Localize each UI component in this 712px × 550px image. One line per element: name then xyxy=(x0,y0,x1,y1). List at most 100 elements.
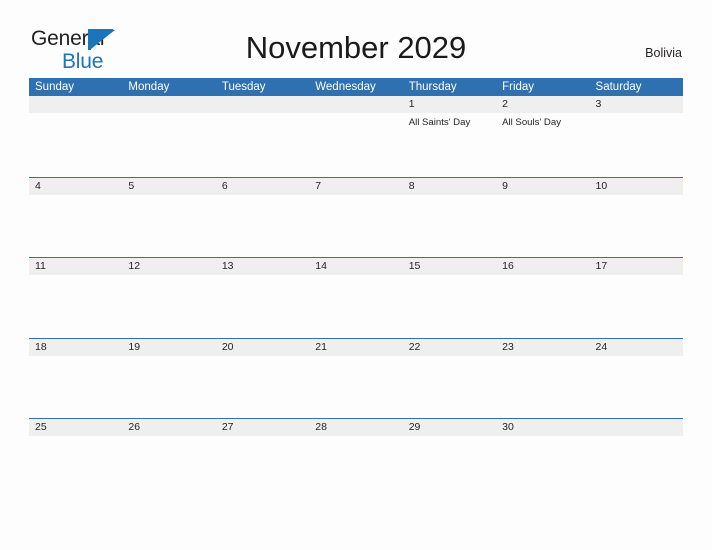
weekday-header-thursday: Thursday xyxy=(408,81,457,93)
day-cell[interactable] xyxy=(216,436,309,496)
holiday-label: All Saints' Day xyxy=(408,117,471,128)
day-cell[interactable] xyxy=(309,195,402,255)
day-event-strip xyxy=(29,195,683,255)
day-number[interactable]: 27 xyxy=(216,419,309,436)
day-event-strip xyxy=(29,275,683,335)
day-cell[interactable] xyxy=(309,275,402,335)
day-cell[interactable] xyxy=(496,195,589,255)
calendar-week-row: 4 5 6 7 8 9 10 xyxy=(29,176,683,258)
day-number-empty xyxy=(309,96,402,113)
day-number-strip: 18 19 20 21 22 23 24 xyxy=(29,338,683,356)
weekday-header-friday: Friday xyxy=(502,81,535,93)
day-cell[interactable] xyxy=(496,436,589,496)
day-number[interactable]: 14 xyxy=(309,258,402,275)
day-number-empty xyxy=(590,419,683,436)
day-number[interactable]: 30 xyxy=(496,419,589,436)
day-number[interactable]: 26 xyxy=(122,419,215,436)
day-cell xyxy=(216,113,309,173)
day-cell[interactable] xyxy=(309,436,402,496)
day-cell[interactable] xyxy=(29,275,122,335)
day-cell[interactable] xyxy=(590,275,683,335)
day-cell[interactable] xyxy=(122,356,215,416)
day-number-empty xyxy=(29,96,122,113)
day-cell[interactable] xyxy=(590,113,683,173)
day-number-strip: 25 26 27 28 29 30 xyxy=(29,419,683,436)
day-number-strip: 123 xyxy=(29,96,683,113)
day-cell xyxy=(590,436,683,496)
day-number[interactable]: 13 xyxy=(216,258,309,275)
day-number[interactable]: 20 xyxy=(216,339,309,356)
day-number[interactable]: 1 xyxy=(403,96,496,113)
day-cell[interactable] xyxy=(29,436,122,496)
day-cell xyxy=(309,113,402,173)
day-number[interactable]: 28 xyxy=(309,419,402,436)
day-number[interactable]: 2 xyxy=(496,96,589,113)
calendar-week-row: 1 2 3 All Saints' Day All Souls' Day xyxy=(29,96,683,177)
day-cell[interactable] xyxy=(29,356,122,416)
day-cell[interactable] xyxy=(403,195,496,255)
day-cell[interactable] xyxy=(590,356,683,416)
calendar-week-row: 11 12 13 14 15 16 17 xyxy=(29,257,683,338)
day-number[interactable]: 10 xyxy=(590,178,683,195)
day-number-strip: 4 5 6 7 8 9 10 xyxy=(29,177,683,195)
day-event-strip xyxy=(29,436,683,496)
day-number[interactable]: 23 xyxy=(496,339,589,356)
day-number[interactable]: 12 xyxy=(122,258,215,275)
day-cell[interactable] xyxy=(403,275,496,335)
day-cell[interactable] xyxy=(29,195,122,255)
day-number[interactable]: 17 xyxy=(590,258,683,275)
weekday-header-sunday: Sunday xyxy=(35,81,75,93)
day-number[interactable]: 11 xyxy=(29,258,122,275)
day-cell[interactable] xyxy=(403,436,496,496)
day-number[interactable]: 4 xyxy=(29,178,122,195)
day-cell[interactable] xyxy=(496,356,589,416)
day-cell[interactable] xyxy=(216,356,309,416)
day-number[interactable]: 19 xyxy=(122,339,215,356)
day-cell[interactable] xyxy=(216,195,309,255)
weekday-header-tuesday: Tuesday xyxy=(221,81,266,93)
calendar-week-row: 25 26 27 28 29 30 xyxy=(29,418,683,499)
calendar-weeks: 1 2 3 All Saints' Day All Souls' Day 4 5 6 7 8 9 10… xyxy=(29,96,683,499)
day-number[interactable]: 7 xyxy=(309,178,402,195)
day-number[interactable]: 16 xyxy=(496,258,589,275)
weekday-header-saturday: Saturday xyxy=(595,81,642,93)
day-cell[interactable]: All Souls' Day xyxy=(496,113,589,173)
day-event-strip xyxy=(29,356,683,416)
day-cell[interactable] xyxy=(590,195,683,255)
day-number[interactable]: 25 xyxy=(29,419,122,436)
day-cell[interactable] xyxy=(496,275,589,335)
day-number[interactable]: 3 xyxy=(590,96,683,113)
page-header: General Blue November 2029 Bolivia xyxy=(0,0,712,72)
region-label: Bolivia xyxy=(645,46,682,60)
day-cell[interactable]: All Saints' Day xyxy=(403,113,496,173)
day-number[interactable]: 18 xyxy=(29,339,122,356)
weekday-header-monday: Monday xyxy=(128,81,170,93)
day-number[interactable]: 8 xyxy=(403,178,496,195)
day-number[interactable]: 9 xyxy=(496,178,589,195)
day-cell xyxy=(122,113,215,173)
weekday-header-row: Sunday Monday Tuesday Wednesday Thursday Frid… xyxy=(29,78,683,96)
day-number-strip: 11 12 13 14 15 16 17 xyxy=(29,258,683,275)
day-cell xyxy=(29,113,122,173)
day-number[interactable]: 29 xyxy=(403,419,496,436)
day-number-empty xyxy=(122,96,215,113)
day-number-empty xyxy=(216,96,309,113)
day-number[interactable]: 5 xyxy=(122,178,215,195)
day-cell[interactable] xyxy=(403,356,496,416)
day-number[interactable]: 24 xyxy=(590,339,683,356)
day-number[interactable]: 21 xyxy=(309,339,402,356)
weekday-header-wednesday: Wednesday xyxy=(315,81,376,93)
day-cell[interactable] xyxy=(122,275,215,335)
calendar-week-row: 18 19 20 21 22 23 24 xyxy=(29,337,683,419)
day-number[interactable]: 15 xyxy=(403,258,496,275)
calendar-grid: Sunday Monday Tuesday Wednesday Thursday Frid… xyxy=(29,78,683,499)
holiday-label: All Souls' Day xyxy=(502,117,561,128)
day-cell[interactable] xyxy=(122,436,215,496)
day-cell[interactable] xyxy=(216,275,309,335)
day-event-strip: All Saints' Day All Souls' Day xyxy=(29,113,683,173)
page-title: November 2029 xyxy=(245,30,467,65)
day-cell[interactable] xyxy=(122,195,215,255)
day-number[interactable]: 6 xyxy=(216,178,309,195)
day-cell[interactable] xyxy=(309,356,402,416)
day-number[interactable]: 22 xyxy=(403,339,496,356)
